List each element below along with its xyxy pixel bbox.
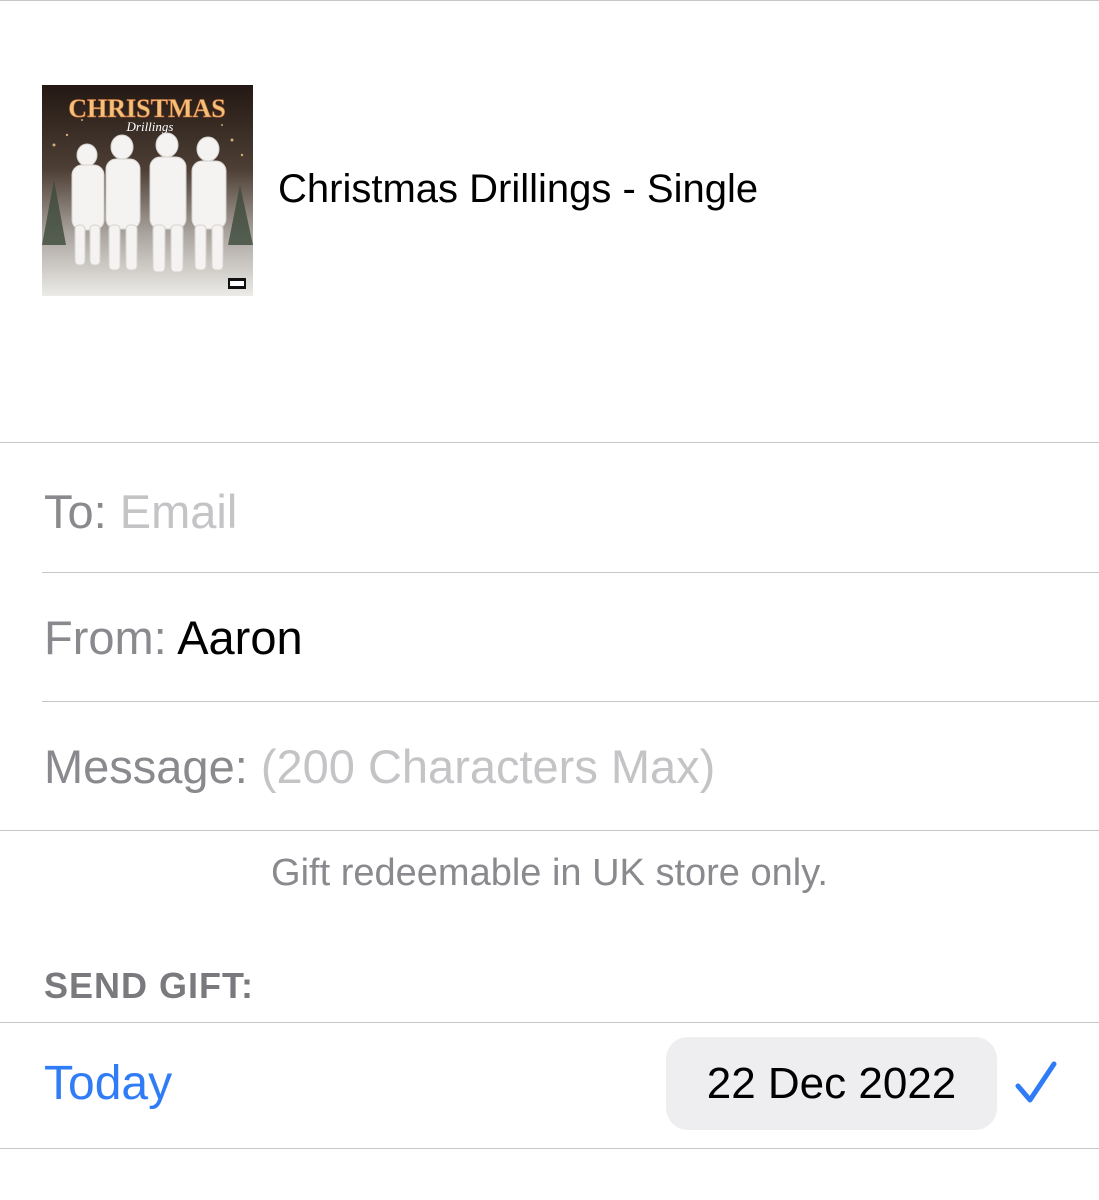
from-divider [42,701,1099,702]
header-divider [0,442,1099,443]
top-divider [0,0,1099,1]
to-divider [42,572,1099,573]
to-row[interactable]: To: [44,484,720,540]
message-row[interactable]: Message: [44,739,981,795]
album-title: Christmas Drillings - Single [278,167,759,211]
album-art-subtitle: Drillings [126,119,174,134]
to-label: To: [44,485,107,538]
send-gift-top-divider [0,1022,1099,1023]
to-email-field[interactable] [119,484,720,540]
date-picker-button[interactable]: 22 Dec 2022 [666,1037,997,1130]
gift-sheet: CHRISTMAS Drillings Christmas Drillings … [0,0,1099,1200]
album-artwork: CHRISTMAS Drillings [42,85,253,296]
today-option[interactable]: Today [44,1056,172,1112]
message-label: Message: [44,740,248,793]
from-row[interactable]: From: Aaron [44,610,303,666]
from-label: From: [44,611,167,664]
date-value: 22 Dec 2022 [706,1058,957,1108]
message-field[interactable] [260,739,981,795]
checkmark-icon [1015,1061,1057,1103]
send-gift-bottom-divider [0,1148,1099,1149]
from-name-field[interactable]: Aaron [177,611,302,664]
store-note: Gift redeemable in UK store only. [271,852,828,894]
message-divider [0,830,1099,831]
send-gift-header: SEND GIFT: [44,965,255,1006]
